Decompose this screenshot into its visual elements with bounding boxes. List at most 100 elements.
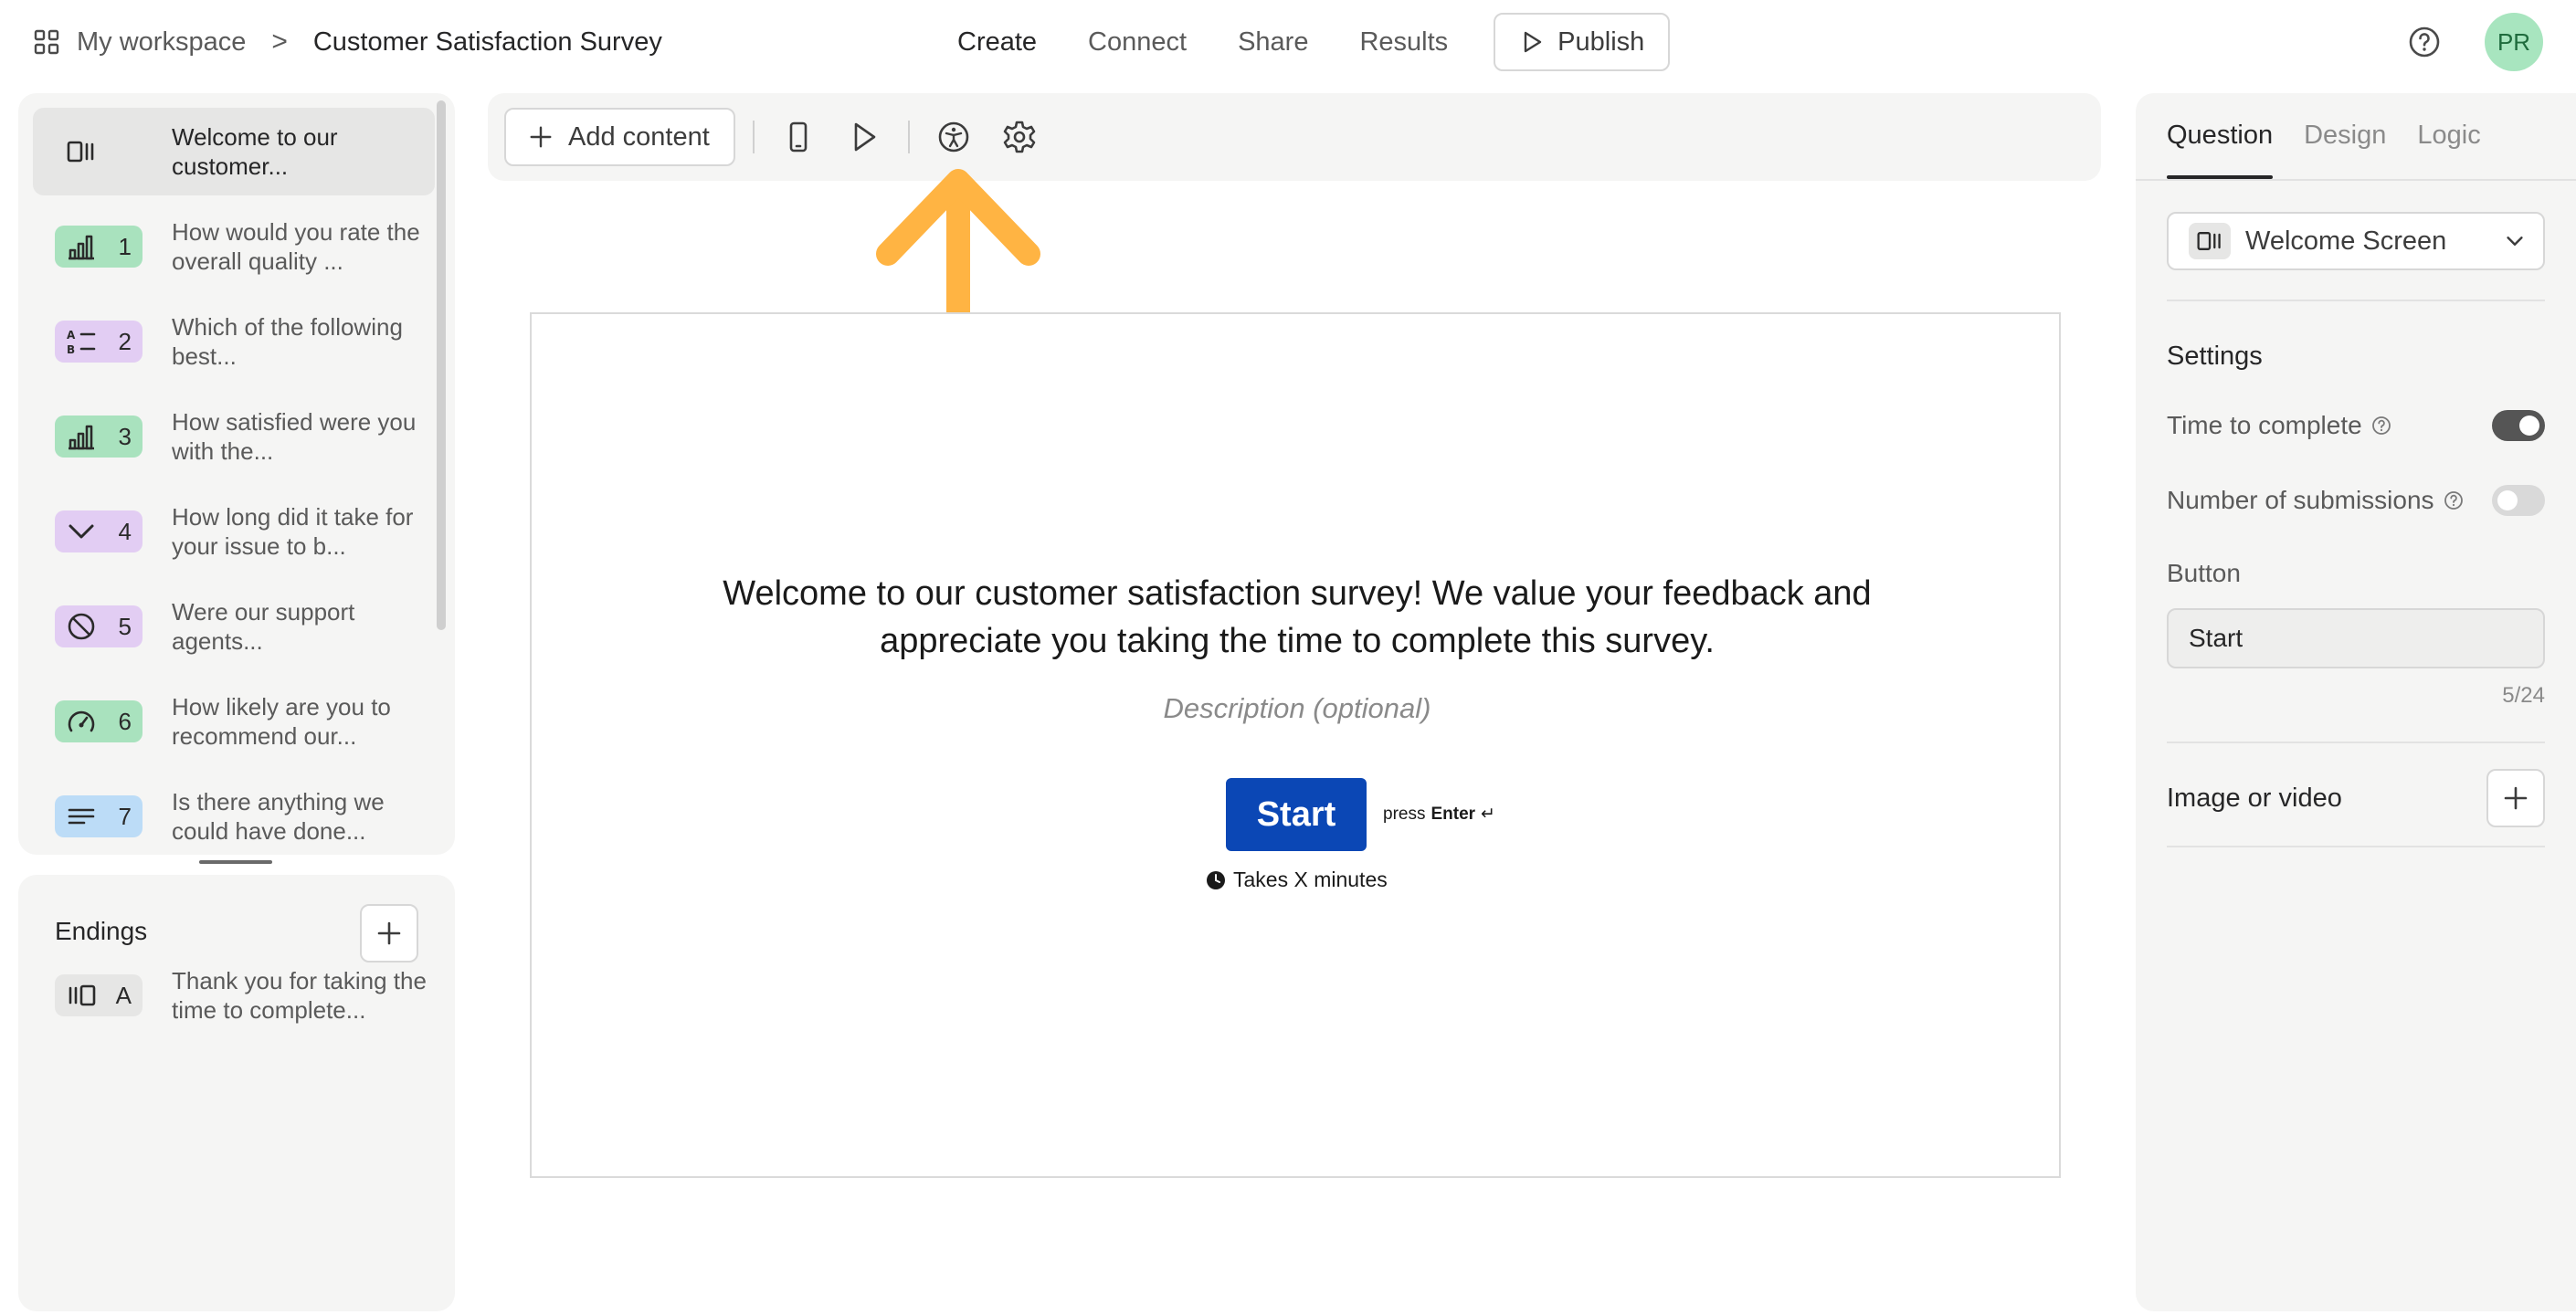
top-bar: My workspace > Customer Satisfaction Sur… <box>0 0 2576 84</box>
question-item-1[interactable]: 1 How would you rate the overall quality… <box>33 203 435 290</box>
tab-logic[interactable]: Logic <box>2417 121 2480 179</box>
tab-design[interactable]: Design <box>2304 121 2386 179</box>
plus-icon <box>530 126 552 148</box>
panel-resize-handle[interactable] <box>199 860 272 864</box>
form-title[interactable]: Customer Satisfaction Survey <box>313 27 662 58</box>
number-of-submissions-label: Number of submissions <box>2167 486 2434 514</box>
plus-icon <box>377 921 401 945</box>
plus-icon <box>2504 786 2528 810</box>
nav-create[interactable]: Create <box>957 27 1037 58</box>
question-text: Which of the following best... <box>172 313 403 370</box>
question-number: 2 <box>118 327 132 355</box>
breadcrumb-workspace-link[interactable]: My workspace <box>77 27 246 58</box>
question-item-2[interactable]: AB 2 Which of the following best... <box>33 298 435 385</box>
svg-text:B: B <box>67 343 75 356</box>
mobile-preview-icon[interactable] <box>780 119 817 155</box>
toolbar-divider <box>753 121 755 153</box>
question-badge: 5 <box>55 605 143 647</box>
question-number: 5 <box>118 612 132 640</box>
gauge-icon <box>68 710 95 732</box>
start-button[interactable]: Start <box>1226 778 1367 851</box>
settings-heading: Settings <box>2167 342 2263 371</box>
svg-text:A: A <box>67 329 76 342</box>
question-badge: AB 2 <box>55 321 143 363</box>
accessibility-icon[interactable] <box>935 119 972 155</box>
editor-toolbar: Add content <box>488 93 2101 181</box>
multiple-choice-icon: AB <box>67 329 96 356</box>
question-list-panel: Welcome to our customer... 1 How would y… <box>18 93 455 855</box>
publish-label: Publish <box>1557 26 1645 57</box>
nav-connect[interactable]: Connect <box>1088 27 1187 58</box>
add-content-button[interactable]: Add content <box>504 108 735 166</box>
question-badge: 7 <box>55 795 143 837</box>
question-text: How would you rate the overall quality .… <box>172 218 420 275</box>
add-content-label: Add content <box>568 121 710 152</box>
nav-results[interactable]: Results <box>1359 27 1448 58</box>
toggle-knob <box>2519 416 2539 436</box>
welcome-screen-icon <box>2189 223 2231 259</box>
rating-icon <box>69 425 94 450</box>
question-text: Were our support agents... <box>172 598 355 655</box>
endings-panel: Endings A Thank you for taking the time … <box>18 875 455 1311</box>
breadcrumb: My workspace > Customer Satisfaction Sur… <box>33 24 662 60</box>
publish-button[interactable]: Publish <box>1494 13 1671 71</box>
rating-icon <box>69 235 94 260</box>
add-image-button[interactable] <box>2486 769 2545 827</box>
nav-share[interactable]: Share <box>1238 27 1308 58</box>
scrollbar-thumb[interactable] <box>437 100 446 630</box>
endings-title: Endings <box>55 917 148 945</box>
question-number: 4 <box>118 517 132 545</box>
question-item-4[interactable]: 4 How long did it take for your issue to… <box>33 488 435 575</box>
question-list-scrollbar[interactable] <box>437 100 446 632</box>
question-settings-panel: Question Design Logic Welcome Screen Set… <box>2136 93 2576 1311</box>
question-badge: 6 <box>55 700 143 742</box>
question-item-3[interactable]: 3 How satisfied were you with the... <box>33 393 435 480</box>
description-input[interactable]: Description (optional) <box>714 692 1880 725</box>
question-item-welcome[interactable]: Welcome to our customer... <box>33 108 435 195</box>
ending-item-a[interactable]: A Thank you for taking the time to compl… <box>33 952 435 1039</box>
time-to-complete-setting: Time to complete <box>2167 409 2545 442</box>
help-icon[interactable] <box>2408 26 2441 58</box>
question-number: 6 <box>118 707 132 735</box>
help-icon[interactable] <box>2444 490 2464 510</box>
question-badge <box>55 131 143 173</box>
question-type-label: Welcome Screen <box>2245 226 2447 256</box>
tab-question[interactable]: Question <box>2167 121 2274 179</box>
ending-text: Thank you for taking the time to complet… <box>172 967 427 1024</box>
question-text: How long did it take for your issue to b… <box>172 503 414 560</box>
ending-screen-icon <box>69 984 96 1006</box>
clock-icon <box>1207 870 1225 889</box>
help-icon[interactable] <box>2371 416 2391 436</box>
welcome-title[interactable]: Welcome to our customer satisfaction sur… <box>714 570 1880 665</box>
form-preview-canvas: Welcome to our customer satisfaction sur… <box>530 312 2061 1178</box>
number-of-submissions-setting: Number of submissions <box>2167 484 2545 517</box>
section-divider <box>2167 846 2545 847</box>
toggle-knob <box>2497 490 2518 510</box>
time-to-complete-toggle[interactable] <box>2492 410 2545 441</box>
workspace-grid-icon[interactable] <box>33 28 60 56</box>
yes-no-icon <box>68 613 95 640</box>
press-enter-hint: press Enter ↵ <box>1383 804 1495 825</box>
breadcrumb-separator: > <box>271 26 288 57</box>
toolbar-divider <box>908 121 910 153</box>
question-item-5[interactable]: 5 Were our support agents... <box>33 583 435 670</box>
top-navigation: Create Connect Share Results Publish <box>957 13 1671 71</box>
question-badge: 1 <box>55 226 143 268</box>
number-of-submissions-toggle[interactable] <box>2492 485 2545 516</box>
question-type-select[interactable]: Welcome Screen <box>2167 212 2545 270</box>
button-text-label: Button <box>2167 559 2241 587</box>
time-estimate: Takes X minutes <box>1206 868 1388 892</box>
user-avatar[interactable]: PR <box>2485 13 2543 71</box>
settings-gear-icon[interactable] <box>1001 119 1038 155</box>
play-preview-icon[interactable] <box>846 119 882 155</box>
question-text: How likely are you to recommend our... <box>172 693 391 750</box>
question-number: 1 <box>118 232 132 260</box>
question-item-6[interactable]: 6 How likely are you to recommend our... <box>33 678 435 765</box>
long-text-icon <box>68 808 95 825</box>
question-text: Is there anything we could have done... <box>172 788 385 845</box>
question-item-7[interactable]: 7 Is there anything we could have done..… <box>33 773 435 855</box>
dropdown-icon <box>69 524 94 539</box>
button-text-input[interactable] <box>2167 608 2545 668</box>
play-icon <box>1524 31 1542 53</box>
settings-tabs: Question Design Logic <box>2167 121 2481 179</box>
